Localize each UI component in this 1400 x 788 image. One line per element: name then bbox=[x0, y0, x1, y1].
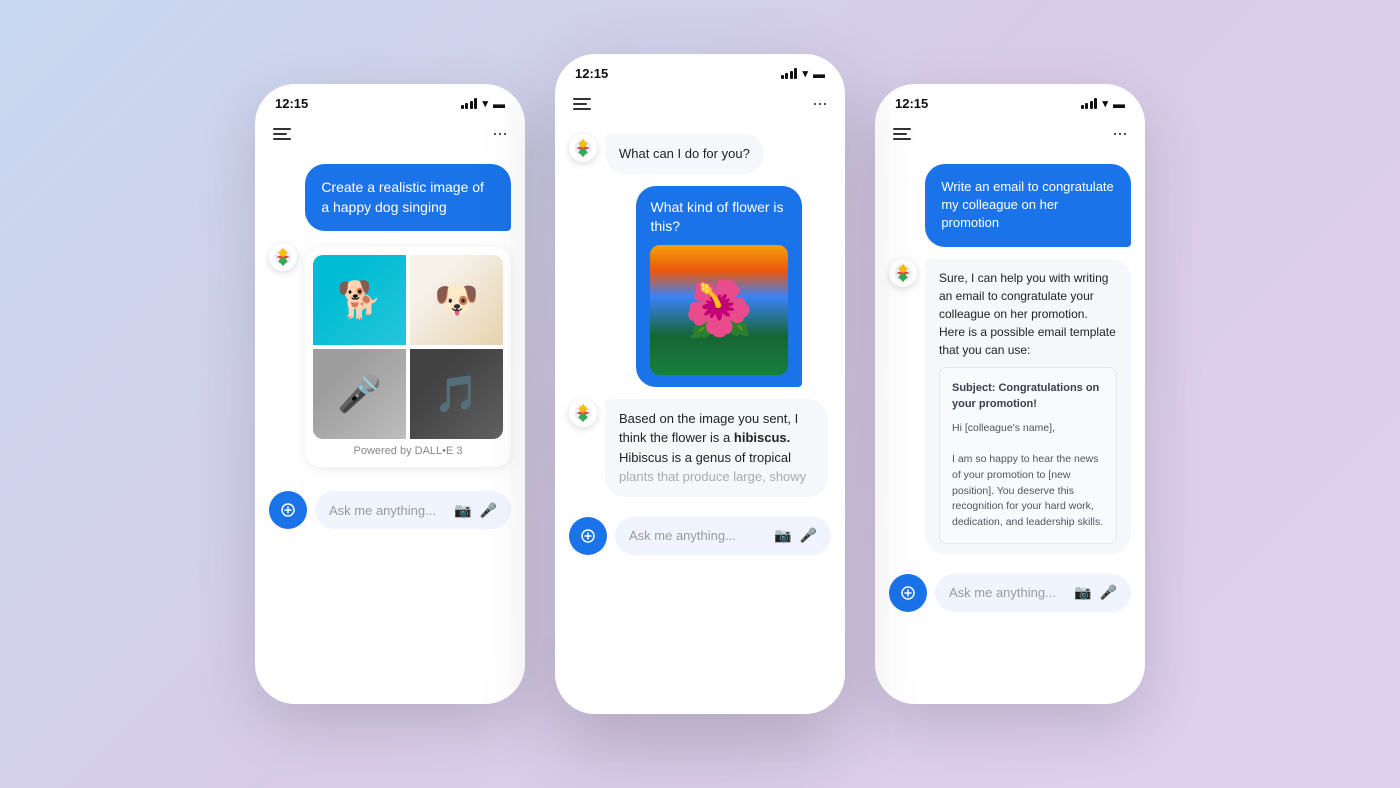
camera-icon-center[interactable]: 📷 bbox=[774, 527, 791, 544]
powered-by-label: Powered by DALL•E 3 bbox=[313, 439, 503, 459]
time-left: 12:15 bbox=[275, 96, 308, 111]
ai-response-bold: hibiscus. bbox=[734, 430, 790, 445]
status-icons-right: ▾ ▬ bbox=[1081, 97, 1125, 111]
chat-area-center: What can I do for you? What kind of flow… bbox=[555, 124, 845, 507]
user-flower-bubble: What kind of flower is this? 🌺 bbox=[636, 186, 831, 387]
signal-icon-right bbox=[1081, 98, 1098, 109]
nav-bar-center: ··· bbox=[555, 89, 845, 124]
left-phone: 12:15 ▾ ▬ ··· Create a realistic image o… bbox=[255, 84, 525, 704]
battery-icon-right: ▬ bbox=[1113, 97, 1125, 111]
dog-image-1: 🐕 bbox=[313, 255, 406, 345]
flower-emoji: 🌺 bbox=[685, 271, 753, 348]
ai-email-text: Sure, I can help you with writing an ema… bbox=[925, 259, 1131, 554]
dog-image-3: 🎤 bbox=[313, 349, 406, 439]
user-flower-text: What kind of flower is this? 🌺 bbox=[636, 186, 801, 387]
more-icon-right[interactable]: ··· bbox=[1112, 123, 1127, 144]
new-chat-button-left[interactable] bbox=[269, 491, 307, 529]
input-icons-center: 📷 🎤 bbox=[774, 527, 817, 544]
gemini-logo-center-2 bbox=[573, 403, 593, 423]
mic-icon-right[interactable]: 🎤 bbox=[1100, 584, 1117, 601]
ai-greeting-text: What can I do for you? bbox=[605, 134, 764, 174]
new-chat-button-right[interactable] bbox=[889, 574, 927, 612]
signal-icon-center bbox=[781, 68, 798, 79]
dog-image-2: 🐶 bbox=[410, 255, 503, 345]
dog-figure-3: 🎤 bbox=[313, 349, 406, 439]
chat-area-left: Create a realistic image of a happy dog … bbox=[255, 154, 525, 481]
camera-icon-left[interactable]: 📷 bbox=[454, 502, 471, 519]
image-grid-container: 🐕 🐶 🎤 🎵 Powered by DALL•E 3 bbox=[305, 247, 511, 467]
menu-icon-right[interactable] bbox=[893, 128, 911, 140]
time-right: 12:15 bbox=[895, 96, 928, 111]
ai-flower-response: Based on the image you sent, I think the… bbox=[569, 399, 831, 497]
new-chat-icon-left bbox=[280, 502, 296, 518]
input-bar-right: Ask me anything... 📷 🎤 bbox=[875, 564, 1145, 628]
dog-figure-1: 🐕 bbox=[313, 255, 406, 345]
wifi-icon-center: ▾ bbox=[802, 67, 808, 80]
dog-image-grid: 🐕 🐶 🎤 🎵 bbox=[313, 255, 503, 439]
input-icons-right: 📷 🎤 bbox=[1074, 584, 1117, 601]
input-bar-left: Ask me anything... 📷 🎤 bbox=[255, 481, 525, 545]
center-phone: 12:15 ▾ ▬ ··· bbox=[555, 54, 845, 714]
status-icons-left: ▾ ▬ bbox=[461, 97, 505, 111]
ai-avatar-right bbox=[889, 259, 917, 287]
wifi-icon-left: ▾ bbox=[482, 97, 488, 110]
status-bar-right: 12:15 ▾ ▬ bbox=[875, 84, 1145, 119]
ai-flower-text: Based on the image you sent, I think the… bbox=[605, 399, 828, 497]
ai-avatar-center-2 bbox=[569, 399, 597, 427]
battery-icon-center: ▬ bbox=[813, 67, 825, 81]
input-bar-center: Ask me anything... 📷 🎤 bbox=[555, 507, 845, 571]
signal-icon-left bbox=[461, 98, 478, 109]
new-chat-icon-center bbox=[580, 528, 596, 544]
wifi-icon-right: ▾ bbox=[1102, 97, 1108, 110]
dog-figure-2: 🐶 bbox=[410, 255, 503, 345]
input-field-center[interactable]: Ask me anything... 📷 🎤 bbox=[615, 517, 831, 555]
dog-figure-4: 🎵 bbox=[410, 349, 503, 439]
more-icon-center[interactable]: ··· bbox=[812, 93, 827, 114]
gemini-logo-right bbox=[893, 263, 913, 283]
mic-icon-center[interactable]: 🎤 bbox=[800, 527, 817, 544]
user-bubble-left: Create a realistic image of a happy dog … bbox=[305, 164, 511, 231]
dog-image-4: 🎵 bbox=[410, 349, 503, 439]
nav-bar-right: ··· bbox=[875, 119, 1145, 154]
email-greeting: Hi [colleague's name], I am so happy to … bbox=[952, 421, 1104, 531]
status-bar-center: 12:15 ▾ ▬ bbox=[555, 54, 845, 89]
input-field-right[interactable]: Ask me anything... 📷 🎤 bbox=[935, 574, 1131, 612]
ai-image-response: 🐕 🐶 🎤 🎵 Powered by DALL•E 3 bbox=[269, 243, 511, 471]
chat-area-right: Write an email to congratulate my collea… bbox=[875, 154, 1145, 564]
input-placeholder-center: Ask me anything... bbox=[629, 528, 736, 543]
battery-icon-left: ▬ bbox=[493, 97, 505, 111]
gemini-logo-left bbox=[273, 247, 293, 267]
flower-image: 🌺 bbox=[650, 245, 787, 375]
new-chat-icon-right bbox=[900, 585, 916, 601]
camera-icon-right[interactable]: 📷 bbox=[1074, 584, 1091, 601]
nav-bar-left: ··· bbox=[255, 119, 525, 154]
ai-response-fade: plants that produce large, showy bbox=[619, 469, 806, 484]
input-icons-left: 📷 🎤 bbox=[454, 502, 497, 519]
new-chat-button-center[interactable] bbox=[569, 517, 607, 555]
input-placeholder-right: Ask me anything... bbox=[949, 585, 1056, 600]
menu-icon-center[interactable] bbox=[573, 98, 591, 110]
ai-email-intro: Sure, I can help you with writing an ema… bbox=[939, 271, 1116, 357]
ai-avatar-left bbox=[269, 243, 297, 271]
ai-response-2: Hibiscus is a genus of tropical bbox=[619, 450, 791, 465]
ai-avatar-center bbox=[569, 134, 597, 162]
email-subject: Subject: Congratulations on your promoti… bbox=[952, 380, 1104, 413]
user-bubble-right: Write an email to congratulate my collea… bbox=[925, 164, 1131, 247]
status-bar-left: 12:15 ▾ ▬ bbox=[255, 84, 525, 119]
time-center: 12:15 bbox=[575, 66, 608, 81]
email-template: Subject: Congratulations on your promoti… bbox=[939, 367, 1117, 544]
ai-email-bubble: Sure, I can help you with writing an ema… bbox=[889, 259, 1131, 554]
ai-greeting-bubble: What can I do for you? bbox=[569, 134, 831, 174]
right-phone: 12:15 ▾ ▬ ··· Write an email to congratu… bbox=[875, 84, 1145, 704]
more-icon-left[interactable]: ··· bbox=[492, 123, 507, 144]
input-placeholder-left: Ask me anything... bbox=[329, 503, 436, 518]
mic-icon-left[interactable]: 🎤 bbox=[480, 502, 497, 519]
menu-icon-left[interactable] bbox=[273, 128, 291, 140]
input-field-left[interactable]: Ask me anything... 📷 🎤 bbox=[315, 491, 511, 529]
gemini-logo-center bbox=[573, 138, 593, 158]
email-body-text: I am so happy to hear the news of your p… bbox=[952, 453, 1103, 528]
status-icons-center: ▾ ▬ bbox=[781, 67, 825, 81]
